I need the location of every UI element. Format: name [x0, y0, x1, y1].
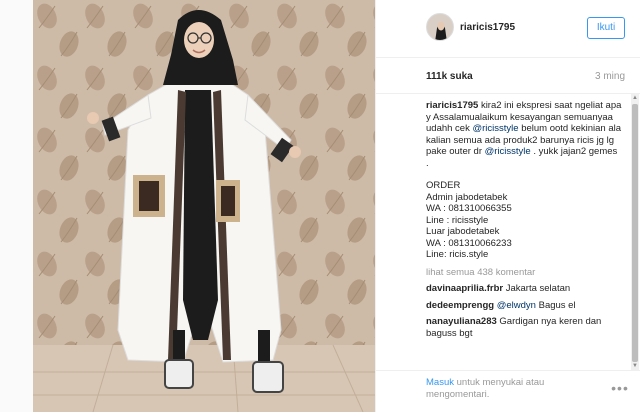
avatar-image — [427, 14, 453, 40]
view-all-comments-link[interactable]: lihat semua 438 komentar — [426, 267, 622, 279]
comment-item: dedeemprengg @elwdyn Bagus el — [426, 300, 622, 312]
post-photo-illustration — [33, 0, 375, 412]
login-link[interactable]: Masuk — [426, 377, 454, 388]
post-photo[interactable] — [33, 0, 375, 412]
header-username[interactable]: riaricis1795 — [460, 22, 515, 33]
login-prompt: Masuk untuk menyukai atau mengomentari. — [426, 377, 586, 400]
comment-text: Jakarta selatan — [505, 283, 571, 294]
caption: riaricis1795 kira2 ini ekspresi saat nge… — [426, 100, 622, 261]
more-options-icon[interactable]: ••• — [610, 381, 630, 395]
avatar[interactable] — [426, 13, 454, 41]
comment-username[interactable]: dedeemprengg — [426, 300, 494, 311]
caption-mention-1[interactable]: @ricisstyle — [472, 123, 518, 134]
comment-item: nanayuliana283 Gardigan nya keren dan ba… — [426, 316, 622, 339]
post-detail-panel: riaricis1795 Ikuti 111k suka 3 ming riar… — [375, 0, 640, 412]
comment-item: davinaaprilia.frbr Jakarta selatan — [426, 283, 622, 295]
post-time[interactable]: 3 ming — [595, 71, 625, 82]
caption-mention-2[interactable]: @ricisstyle — [485, 146, 531, 157]
order-line: Admin jabodetabek — [426, 191, 508, 203]
comments-section: riaricis1795 kira2 ini ekspresi saat nge… — [376, 94, 640, 370]
order-line: Line: ricis.style — [426, 249, 489, 260]
order-line: Line : ricisstyle — [426, 214, 489, 226]
comments-list: riaricis1795 kira2 ini ekspresi saat nge… — [426, 100, 622, 344]
comment-username[interactable]: nanayuliana283 — [426, 316, 497, 327]
order-line: Luar jabodetabek — [426, 226, 500, 237]
order-line: WA : 081310066355 — [426, 203, 512, 214]
comment-text: Bagus el — [538, 299, 576, 311]
follow-button[interactable]: Ikuti — [587, 17, 625, 39]
comment-mention[interactable]: @elwdyn — [497, 300, 536, 311]
order-line: WA : 081310066233 — [426, 237, 512, 249]
likes-count[interactable]: 111k suka — [426, 71, 473, 82]
scroll-up-arrow-icon[interactable]: ▲ — [631, 94, 639, 102]
scroll-down-arrow-icon[interactable]: ▼ — [631, 362, 639, 370]
caption-username[interactable]: riaricis1795 — [426, 100, 478, 111]
comment-username[interactable]: davinaaprilia.frbr — [426, 283, 503, 294]
scrollbar-thumb[interactable] — [632, 104, 638, 362]
post-footer: Masuk untuk menyukai atau mengomentari. … — [376, 370, 640, 412]
comments-scrollbar[interactable]: ▲ ▼ — [631, 94, 639, 370]
instagram-post-frame: riaricis1795 Ikuti 111k suka 3 ming riar… — [0, 0, 640, 412]
post-stats: 111k suka 3 ming — [376, 58, 640, 94]
caption-gap — [426, 169, 622, 180]
post-header: riaricis1795 Ikuti — [376, 0, 640, 58]
order-line: ORDER — [426, 180, 461, 191]
